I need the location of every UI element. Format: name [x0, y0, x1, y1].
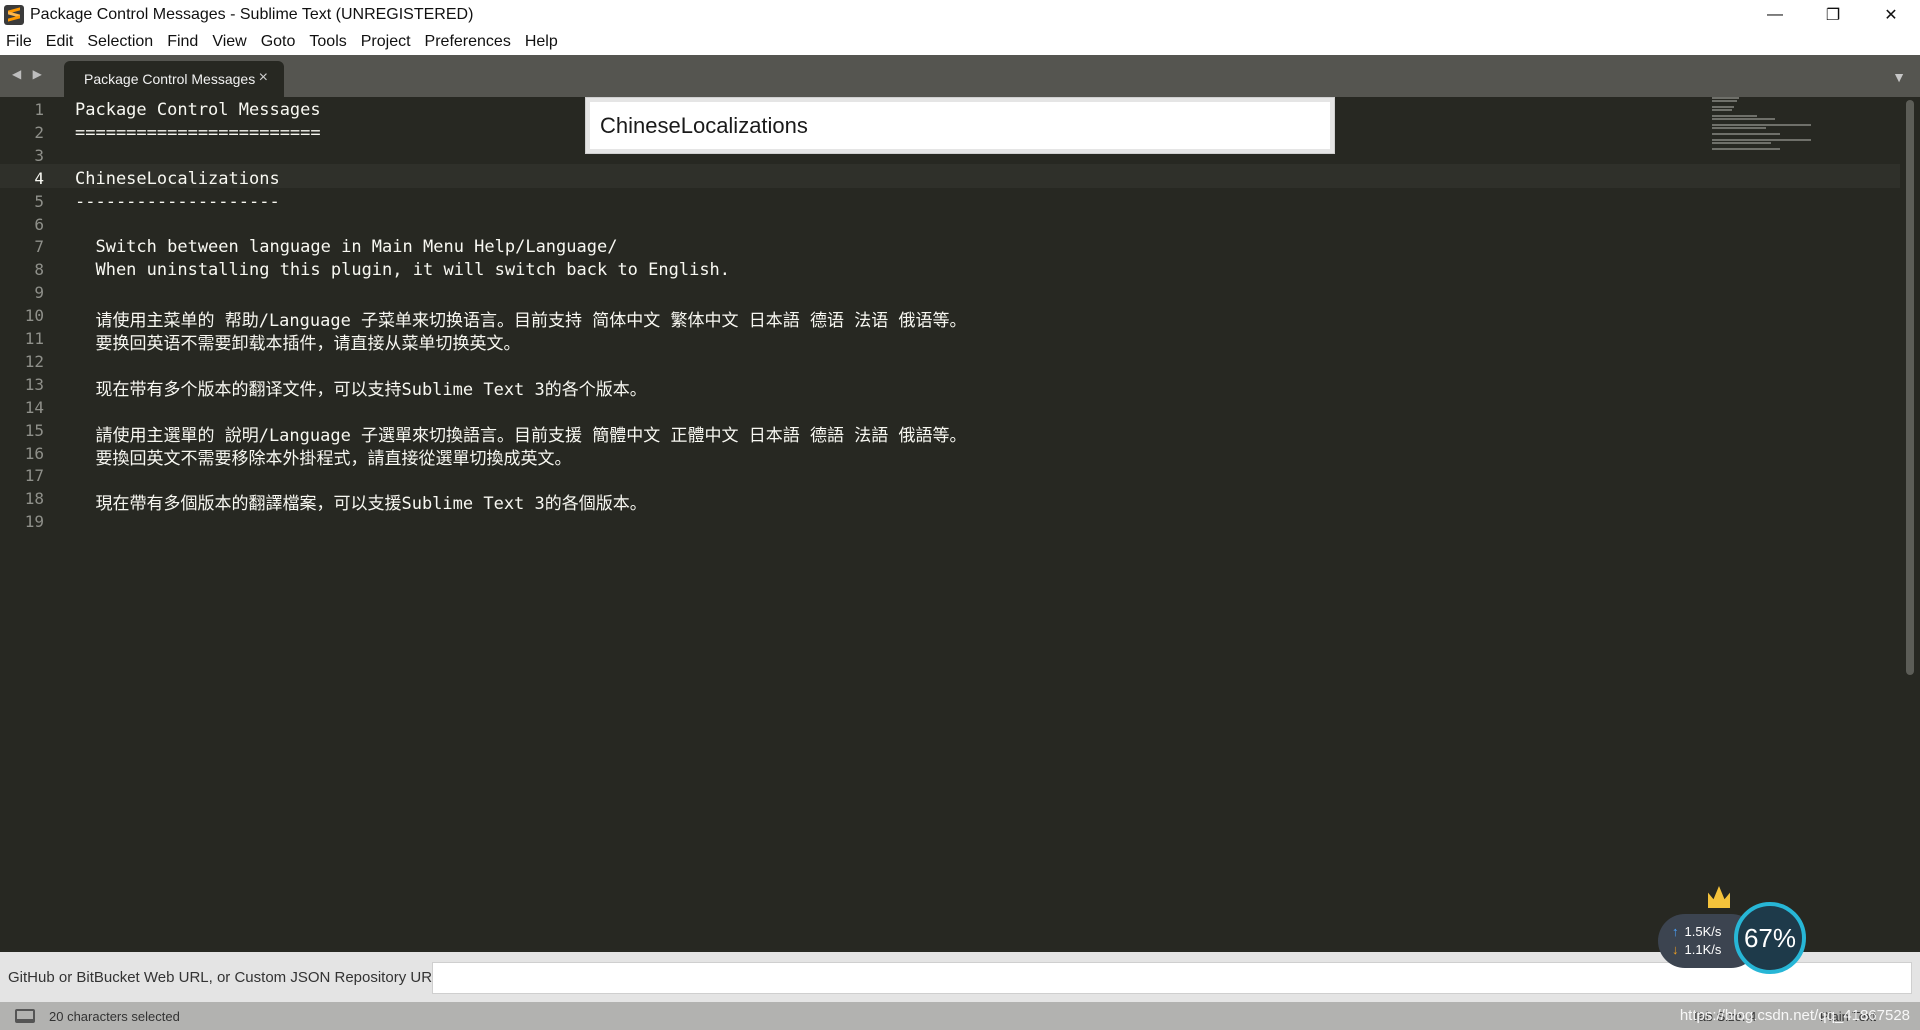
menu-find[interactable]: Find: [167, 33, 198, 51]
input-panel: GitHub or BitBucket Web URL, or Custom J…: [0, 952, 1920, 1002]
memory-percent: 67%: [1743, 922, 1797, 953]
panel-toggle-icon[interactable]: [15, 1009, 35, 1023]
menu-selection[interactable]: Selection: [87, 33, 153, 51]
window-controls: — ❐ ✕: [1746, 0, 1920, 29]
line-number: 17: [24, 466, 44, 486]
line-number: 3: [34, 145, 44, 165]
line-number: 14: [24, 397, 44, 417]
menu-goto[interactable]: Goto: [261, 33, 296, 51]
code-line: Package Control Messages: [75, 100, 321, 120]
quick-panel-item[interactable]: ChineseLocalizations: [590, 102, 1330, 149]
line-number: 2: [34, 122, 44, 142]
upload-rate: 1.5K/s: [1684, 924, 1722, 939]
menu-project[interactable]: Project: [361, 33, 411, 51]
code-line: 现在带有多个版本的翻译文件，可以支持Sublime Text 3的各个版本。: [75, 379, 647, 400]
minimap-line: [1712, 109, 1732, 111]
quick-panel-text: ChineseLocalizations: [600, 112, 808, 138]
tab-bar: ◀ ▶ Package Control Messages × ▼: [0, 55, 1920, 97]
minimap-line: [1712, 118, 1775, 120]
line-number: 7: [34, 237, 44, 257]
minimap-line: [1712, 148, 1780, 150]
line-number: 11: [24, 329, 44, 348]
line-number: 18: [24, 489, 44, 509]
line-number: 15: [24, 420, 44, 440]
menu-edit[interactable]: Edit: [46, 33, 74, 51]
menu-view[interactable]: View: [212, 33, 246, 51]
minimap-line: [1712, 127, 1766, 129]
tab-package-control-messages[interactable]: Package Control Messages ×: [64, 61, 284, 97]
minimap-line: [1712, 100, 1738, 102]
menu-bar: File Edit Selection Find View Goto Tools…: [0, 29, 1920, 55]
minimap[interactable]: [1712, 97, 1902, 157]
line-number: 16: [24, 443, 44, 463]
menu-tools[interactable]: Tools: [309, 33, 346, 51]
line-number: 6: [34, 214, 44, 234]
line-number: 19: [24, 512, 44, 532]
code-line: 要换回英语不需要卸载本插件，请直接从菜单切换英文。: [75, 334, 521, 354]
line-number: 10: [24, 306, 44, 326]
sublime-app-icon: [4, 4, 24, 25]
line-number: 8: [34, 260, 44, 280]
tab-label: Package Control Messages: [84, 71, 256, 87]
minimap-line: [1712, 97, 1739, 99]
minimize-button[interactable]: —: [1746, 0, 1804, 29]
minimap-line: [1712, 124, 1811, 126]
menu-preferences[interactable]: Preferences: [425, 33, 511, 51]
restore-button[interactable]: ❐: [1804, 0, 1862, 29]
status-bar: 20 characters selected Tab Size: 4 Plain…: [0, 1002, 1920, 1030]
memory-gauge: 67%: [1734, 902, 1806, 974]
minimap-line: [1712, 133, 1780, 135]
menu-file[interactable]: File: [6, 33, 32, 51]
vertical-scrollbar[interactable]: [1906, 100, 1914, 675]
line-number: 13: [24, 374, 44, 394]
code-line: When uninstalling this plugin, it will s…: [75, 260, 731, 281]
upload-arrow-icon: ↑: [1672, 924, 1679, 939]
code-line: 請使用主選單的 說明/Language 子選單來切換語言。目前支援 簡體中文 正…: [75, 425, 967, 446]
minimap-line: [1712, 115, 1757, 117]
code-line: 请使用主菜单的 帮助/Language 子菜单来切换语言。目前支持 简体中文 繁…: [75, 311, 967, 332]
close-button[interactable]: ✕: [1862, 0, 1920, 29]
line-number: 5: [34, 191, 44, 211]
window-title: Package Control Messages - Sublime Text …: [30, 5, 474, 23]
code-line: ========================: [75, 122, 321, 143]
code-line: --------------------: [75, 191, 280, 212]
title-bar: Package Control Messages - Sublime Text …: [0, 0, 1920, 29]
line-number-gutter: 1 2 3 4 5 6 7 8 9 10 11 12 13 14 15 16 17 18 19: [0, 97, 62, 952]
minimap-line: [1712, 106, 1734, 108]
line-number: 4: [34, 168, 44, 188]
minimap-line: [1712, 142, 1771, 144]
line-number: 9: [34, 283, 44, 303]
code-line: 現在帶有多個版本的翻譯檔案，可以支援Sublime Text 3的各個版本。: [75, 494, 647, 515]
line-number: 1: [34, 100, 44, 119]
tab-nav-arrows-icon[interactable]: ◀ ▶: [12, 67, 46, 81]
menu-help[interactable]: Help: [525, 33, 558, 51]
download-arrow-icon: ↓: [1672, 942, 1679, 957]
minimap-line: [1712, 139, 1811, 141]
code-line: Switch between language in Main Menu Hel…: [75, 237, 618, 258]
text-editor[interactable]: Package Control Messages ================…: [75, 97, 1695, 952]
network-speed-widget[interactable]: ↑ 1.5K/s ↓ 1.1K/s 67%: [1658, 886, 1808, 976]
code-line: 要換回英文不需要移除本外掛程式，請直接從選單切換成英文。: [75, 448, 572, 469]
watermark-url: https://blog.csdn.net/qq_41867528: [1679, 1007, 1910, 1024]
selection-status: 20 characters selected: [49, 1008, 180, 1024]
tab-dropdown-icon[interactable]: ▼: [1892, 69, 1906, 85]
code-line: ChineseLocalizations: [75, 168, 280, 189]
vip-crown-icon: [1708, 886, 1730, 908]
tab-close-icon[interactable]: ×: [259, 69, 268, 87]
line-number: 12: [24, 351, 44, 371]
download-rate: 1.1K/s: [1684, 942, 1722, 957]
input-panel-label: GitHub or BitBucket Web URL, or Custom J…: [8, 968, 441, 986]
quick-panel-popup: ChineseLocalizations: [585, 97, 1335, 154]
